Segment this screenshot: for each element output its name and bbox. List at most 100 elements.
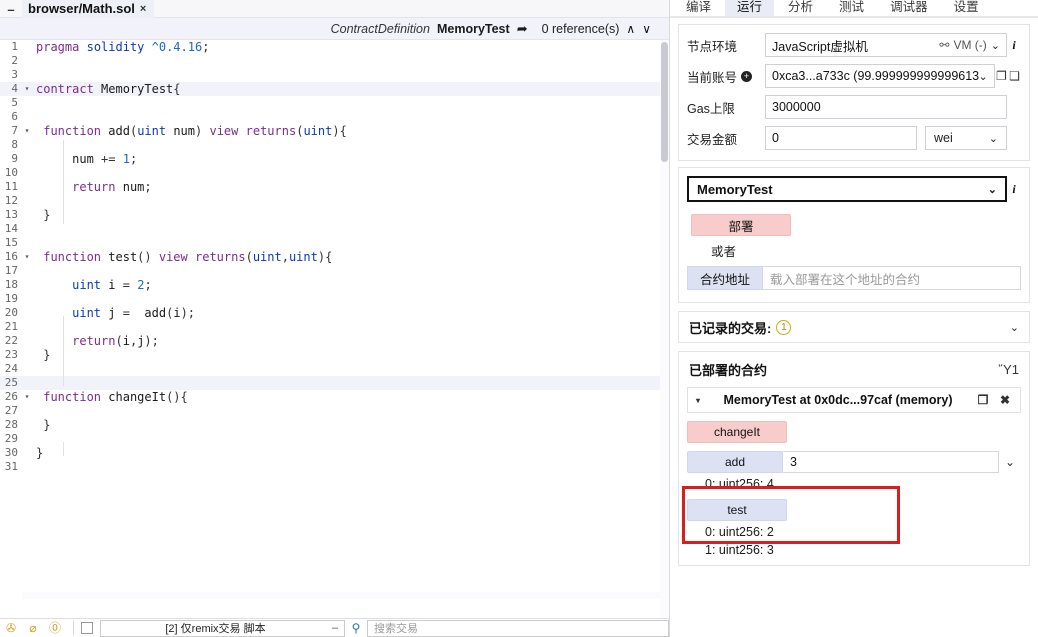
- plugin-tab-0[interactable]: 编译: [674, 0, 723, 16]
- fold-toggle-icon[interactable]: [22, 432, 32, 446]
- file-tab-math-sol[interactable]: browser/Math.sol ×: [22, 0, 155, 18]
- code-line[interactable]: 14: [0, 222, 669, 236]
- fold-toggle-icon[interactable]: ▾: [22, 124, 32, 138]
- function-input-add[interactable]: 3: [783, 451, 999, 473]
- fold-toggle-icon[interactable]: [22, 194, 32, 208]
- code-line[interactable]: 23 }: [0, 348, 669, 362]
- code-line[interactable]: 20 uint j = add(i);: [0, 306, 669, 320]
- fold-toggle-icon[interactable]: [22, 362, 32, 376]
- function-button-changeIt[interactable]: changeIt: [687, 421, 787, 443]
- code-line[interactable]: 8: [0, 138, 669, 152]
- code-line[interactable]: 1 pragma solidity ^0.4.16;: [0, 40, 669, 54]
- code-line[interactable]: 26 ▾ function changeIt(){: [0, 390, 669, 404]
- fold-toggle-icon[interactable]: [22, 264, 32, 278]
- code-line[interactable]: 17: [0, 264, 669, 278]
- code-line[interactable]: 24: [0, 362, 669, 376]
- fold-toggle-icon[interactable]: [22, 306, 32, 320]
- fold-toggle-icon[interactable]: [22, 110, 32, 124]
- fold-toggle-icon[interactable]: [22, 152, 32, 166]
- code-line[interactable]: 21: [0, 320, 669, 334]
- code-line[interactable]: 31: [0, 460, 669, 474]
- gas-limit-input[interactable]: 3000000: [765, 95, 1007, 119]
- code-line[interactable]: 19: [0, 292, 669, 306]
- code-line[interactable]: 12: [0, 194, 669, 208]
- fold-toggle-icon[interactable]: [22, 376, 32, 390]
- fold-toggle-icon[interactable]: [22, 460, 32, 474]
- fold-toggle-icon[interactable]: [22, 166, 32, 180]
- code-line[interactable]: 15: [0, 236, 669, 250]
- no-errors-icon[interactable]: ⌀: [22, 619, 44, 637]
- plugin-tab-1[interactable]: 运行: [725, 0, 775, 16]
- plugin-tab-5[interactable]: 设置: [942, 0, 991, 16]
- fold-toggle-icon[interactable]: [22, 208, 32, 222]
- fold-toggle-icon[interactable]: [22, 404, 32, 418]
- code-line[interactable]: 10: [0, 166, 669, 180]
- code-line[interactable]: 4 ▾ contract MemoryTest{: [0, 82, 669, 96]
- code-line[interactable]: 18 uint i = 2;: [0, 278, 669, 292]
- fold-toggle-icon[interactable]: [22, 278, 32, 292]
- fold-toggle-icon[interactable]: ▾: [22, 250, 32, 264]
- trash-icon[interactable]: Ὕ1: [999, 362, 1019, 377]
- terminal-toggle-icon[interactable]: ✇: [0, 619, 22, 637]
- code-line[interactable]: 13 }: [0, 208, 669, 222]
- at-address-input[interactable]: 载入部署在这个地址的合约: [763, 266, 1021, 290]
- search-transactions-input[interactable]: 搜索交易: [367, 619, 669, 637]
- plugin-tab-4[interactable]: 调试器: [878, 0, 940, 16]
- fold-toggle-icon[interactable]: [22, 68, 32, 82]
- scrollbar-thumb[interactable]: [661, 42, 668, 162]
- code-line[interactable]: 25: [0, 376, 669, 390]
- code-line[interactable]: 2: [0, 54, 669, 68]
- contract-select[interactable]: MemoryTest ⌄: [687, 176, 1007, 202]
- function-button-test[interactable]: test: [687, 499, 787, 521]
- sign-message-icon[interactable]: ❑: [1008, 69, 1021, 83]
- code-line[interactable]: 3: [0, 68, 669, 82]
- collapse-panel-button[interactable]: –: [0, 2, 22, 16]
- code-line[interactable]: 30}: [0, 446, 669, 460]
- code-line[interactable]: 6: [0, 110, 669, 124]
- add-account-icon[interactable]: +: [741, 70, 753, 82]
- plugin-tab-3[interactable]: 测试: [827, 0, 876, 16]
- fold-toggle-icon[interactable]: [22, 348, 32, 362]
- environment-select[interactable]: JavaScript虚拟机 ⚯ VM (-) ⌄: [765, 33, 1007, 57]
- chevron-down-icon[interactable]: ⌄: [1010, 321, 1019, 334]
- code-editor[interactable]: 1 pragma solidity ^0.4.16; 2 3 4 ▾ contract Me…: [0, 40, 669, 618]
- fold-toggle-icon[interactable]: [22, 54, 32, 68]
- fold-toggle-icon[interactable]: [22, 418, 32, 432]
- minimize-icon[interactable]: –: [332, 622, 338, 634]
- deploy-button[interactable]: 部署: [691, 214, 791, 236]
- code-line[interactable]: 29: [0, 432, 669, 446]
- fold-toggle-icon[interactable]: [22, 180, 32, 194]
- editor-horizontal-scrollbar[interactable]: [22, 592, 660, 599]
- at-address-button[interactable]: 合约地址: [687, 266, 763, 290]
- code-line[interactable]: 11 return num;: [0, 180, 669, 194]
- copy-address-icon[interactable]: ❐: [976, 393, 990, 407]
- fold-toggle-icon[interactable]: [22, 40, 32, 54]
- fold-toggle-icon[interactable]: [22, 236, 32, 250]
- chevron-down-icon[interactable]: ⌄: [988, 183, 997, 196]
- environment-info-icon[interactable]: i: [1007, 38, 1021, 53]
- chevron-down-icon[interactable]: ⌄: [979, 70, 988, 83]
- editor-vertical-scrollbar[interactable]: [660, 40, 669, 618]
- fold-toggle-icon[interactable]: [22, 96, 32, 110]
- close-icon[interactable]: ×: [140, 3, 146, 15]
- code-line[interactable]: 9 num += 1;: [0, 152, 669, 166]
- fold-toggle-icon[interactable]: ▾: [22, 82, 32, 96]
- account-select[interactable]: 0xca3...a733c (99.99999999999961352 ⌄: [765, 64, 995, 88]
- code-line[interactable]: 28 }: [0, 418, 669, 432]
- chevron-down-icon[interactable]: ∨: [642, 22, 651, 36]
- fold-toggle-icon[interactable]: [22, 334, 32, 348]
- fold-toggle-icon[interactable]: [22, 320, 32, 334]
- close-icon[interactable]: ✖: [998, 393, 1012, 407]
- chevron-down-icon[interactable]: ⌄: [999, 455, 1021, 469]
- fold-toggle-icon[interactable]: [22, 292, 32, 306]
- listen-network-checkbox[interactable]: [81, 622, 93, 634]
- contract-instance-header[interactable]: ▾ MemoryTest at 0x0dc...97caf (memory) ❐…: [687, 387, 1021, 413]
- script-filter-field[interactable]: [2] 仅remix交易 脚本 –: [100, 619, 345, 637]
- fold-toggle-icon[interactable]: [22, 446, 32, 460]
- fold-toggle-icon[interactable]: [22, 222, 32, 236]
- contract-info-icon[interactable]: i: [1007, 182, 1021, 197]
- caret-down-icon[interactable]: ▾: [696, 396, 700, 405]
- plugin-tab-2[interactable]: 分析: [776, 0, 825, 16]
- value-input[interactable]: 0: [765, 126, 917, 150]
- function-button-add[interactable]: add: [687, 451, 783, 473]
